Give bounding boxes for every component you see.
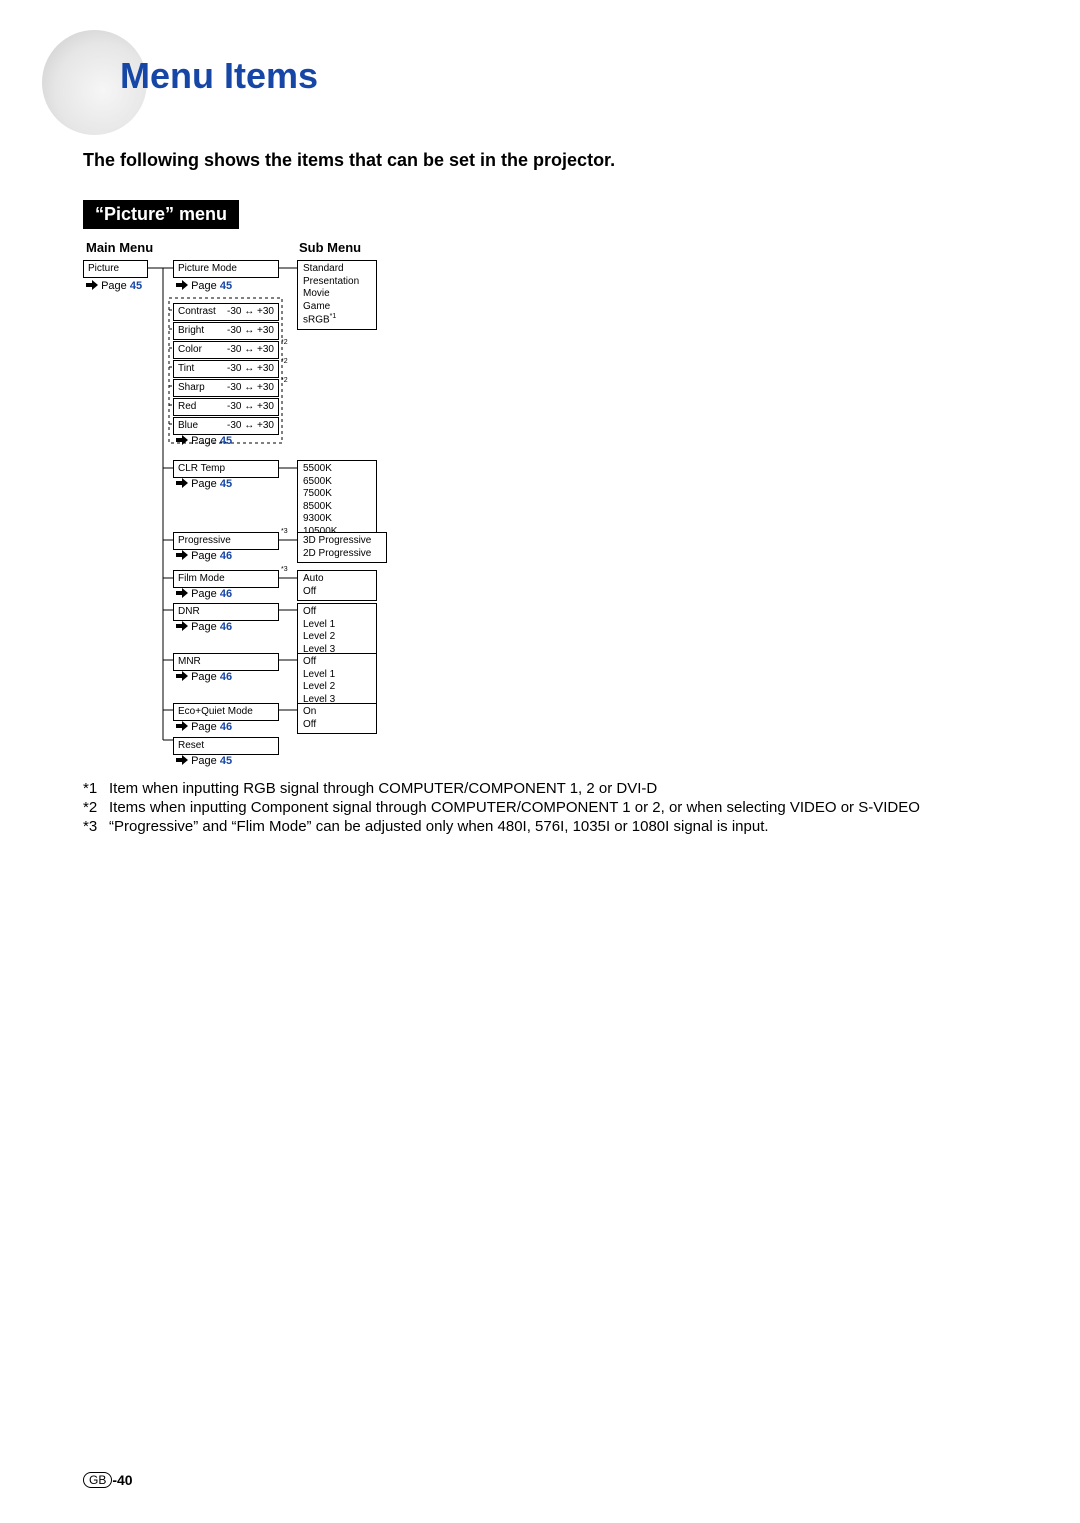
item-picture-mode-label: Picture Mode	[178, 263, 237, 274]
sub-film-mode: Auto Off	[297, 570, 377, 601]
item-blue: Blue-30 ↔ +30	[173, 417, 279, 435]
main-menu-picture: Picture	[83, 260, 148, 278]
footnotes: *1 Item when inputting RGB signal throug…	[83, 780, 1000, 836]
item-bright: Bright-30 ↔ +30	[173, 322, 279, 340]
page-number-value: -40	[112, 1472, 132, 1488]
column-sub-heading: Sub Menu	[299, 240, 361, 255]
arrow-right-icon	[176, 478, 188, 488]
arrow-right-icon	[176, 280, 188, 290]
page-number-prefix: GB	[83, 1472, 112, 1488]
footnote-3: *3 “Progressive” and “Flim Mode” can be …	[83, 818, 1000, 837]
arrow-right-icon	[176, 721, 188, 731]
item-mnr: MNR	[173, 653, 279, 671]
pageref-eco-quiet[interactable]: Page 46	[176, 721, 232, 733]
footnote-mark-tint: *2	[281, 358, 288, 365]
arrow-right-icon	[176, 550, 188, 560]
item-dnr: DNR	[173, 603, 279, 621]
footnote-mark-film-mode: *3	[281, 566, 288, 573]
pageref-main-picture[interactable]: Page 45	[86, 280, 142, 292]
item-color: Color-30 ↔ +30	[173, 341, 279, 359]
intro-text: The following shows the items that can b…	[83, 150, 615, 171]
item-eco-quiet: Eco+Quiet Mode	[173, 703, 279, 721]
pageref-mnr[interactable]: Page 46	[176, 671, 232, 683]
pageref-progressive[interactable]: Page 46	[176, 550, 232, 562]
item-picture-mode: Picture Mode	[173, 260, 279, 278]
item-film-mode: Film Mode	[173, 570, 279, 588]
item-progressive: Progressive	[173, 532, 279, 550]
page-title: Menu Items	[120, 55, 318, 97]
section-heading: “Picture” menu	[83, 200, 239, 229]
pageref-reset[interactable]: Page 45	[176, 755, 232, 767]
arrow-right-icon	[176, 435, 188, 445]
sub-mnr: Off Level 1 Level 2 Level 3	[297, 653, 377, 709]
page-number: GB-40	[83, 1472, 133, 1488]
footnote-1: *1 Item when inputting RGB signal throug…	[83, 780, 1000, 799]
pageref-dnr[interactable]: Page 46	[176, 621, 232, 633]
main-menu-picture-label: Picture	[88, 263, 119, 274]
sub-clr-temp: 5500K 6500K 7500K 8500K 9300K 10500K	[297, 460, 377, 541]
arrow-right-icon	[176, 621, 188, 631]
item-reset: Reset	[173, 737, 279, 755]
pageref-picture-mode[interactable]: Page 45	[176, 280, 232, 292]
arrow-right-icon	[86, 280, 98, 290]
footnote-mark-color: *2	[281, 339, 288, 346]
item-sharp: Sharp-30 ↔ +30	[173, 379, 279, 397]
pageref-clr-temp[interactable]: Page 45	[176, 478, 232, 490]
arrow-right-icon	[176, 588, 188, 598]
sub-progressive: 3D Progressive 2D Progressive	[297, 532, 387, 563]
document-page: Menu Items The following shows the items…	[0, 0, 1080, 1523]
sub-picture-mode: Standard Presentation Movie Game sRGB*1	[297, 260, 377, 330]
footnote-2: *2 Items when inputting Component signal…	[83, 799, 1000, 818]
footnote-mark-sharp: *2	[281, 377, 288, 384]
column-main-heading: Main Menu	[86, 240, 153, 255]
footnote-mark-progressive: *3	[281, 528, 288, 535]
sub-dnr: Off Level 1 Level 2 Level 3	[297, 603, 377, 659]
item-clr-temp: CLR Temp	[173, 460, 279, 478]
pageref-film-mode[interactable]: Page 46	[176, 588, 232, 600]
arrow-right-icon	[176, 755, 188, 765]
sub-eco: On Off	[297, 703, 377, 734]
arrow-right-icon	[176, 671, 188, 681]
item-tint: Tint-30 ↔ +30	[173, 360, 279, 378]
pageref-sliders[interactable]: Page 45	[176, 435, 232, 447]
item-contrast: Contrast-30 ↔ +30	[173, 303, 279, 321]
item-red: Red-30 ↔ +30	[173, 398, 279, 416]
